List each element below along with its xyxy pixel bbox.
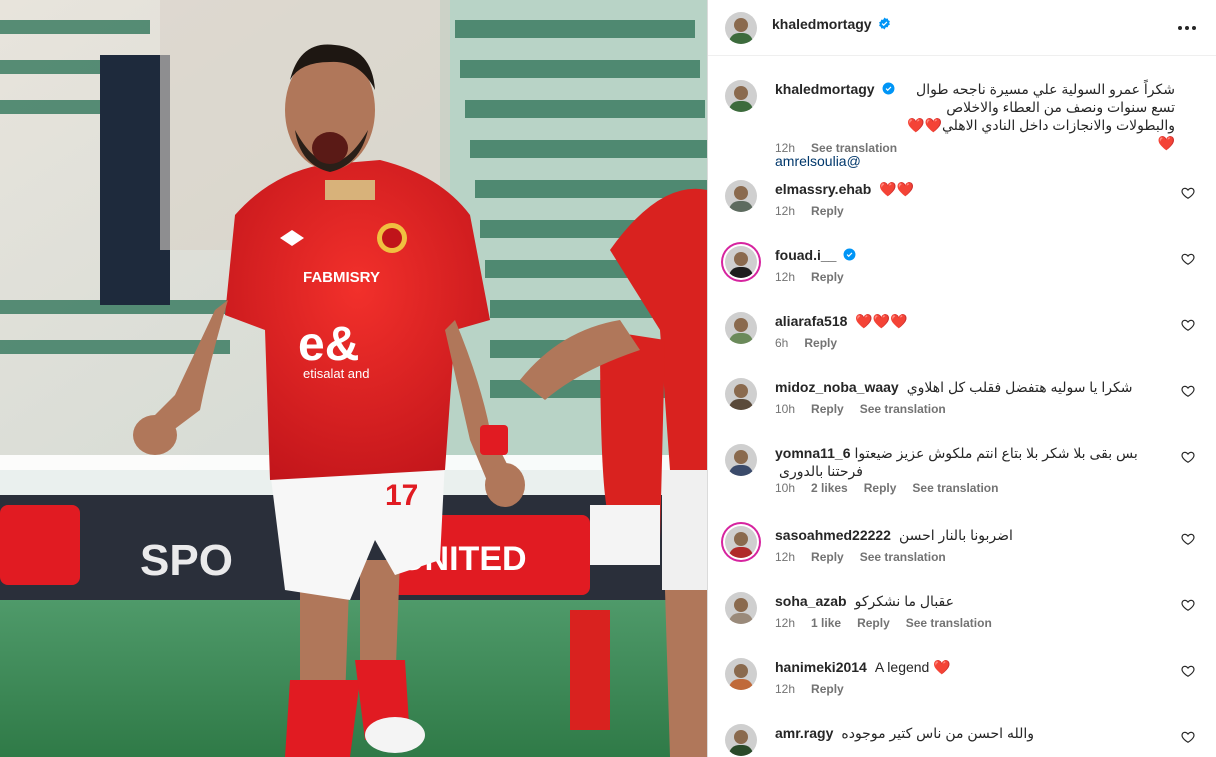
reply-button[interactable]: Reply — [857, 616, 890, 630]
comment-text-block: fouad.i__ — [775, 246, 1175, 264]
shirt-sponsor-top: FABMISRY — [303, 269, 380, 286]
comment-time: 12h — [775, 270, 796, 284]
post-panel: khaledmortagy khaledmortagy شكراً عمرو ا… — [707, 0, 1216, 757]
board-text-left: SPO — [140, 536, 233, 585]
svg-text:e&: e& — [298, 318, 359, 371]
comment-time: 12h — [775, 550, 796, 564]
commenter-username[interactable]: fouad.i__ — [775, 247, 836, 263]
comment-text: عقبال ما نشكركو — [854, 593, 954, 609]
commenter-avatar[interactable] — [725, 246, 757, 278]
comment-text-block: amr.ragy والله احسن من ناس كتير موجوده — [775, 724, 1175, 742]
comment-text-block: elmassry.ehab ❤️❤️ — [775, 180, 1175, 198]
reply-button[interactable]: Reply — [811, 270, 844, 284]
commenter-avatar[interactable] — [725, 592, 757, 624]
comment-meta: 12h Reply See translation — [775, 550, 962, 564]
heart-outline-icon[interactable] — [1181, 664, 1195, 678]
caption-time: 12h — [775, 141, 796, 155]
author-avatar[interactable] — [725, 80, 757, 112]
heart-outline-icon[interactable] — [1181, 186, 1195, 200]
post-header: khaledmortagy — [708, 0, 1216, 56]
reply-button[interactable]: Reply — [811, 550, 844, 564]
comment-like-count[interactable]: 2 likes — [811, 481, 848, 495]
heart-outline-icon[interactable] — [1181, 598, 1195, 612]
more-horizontal-icon — [1178, 26, 1182, 30]
comment-text: A legend ❤️ — [874, 659, 951, 675]
reply-button[interactable]: Reply — [864, 481, 897, 495]
verified-badge-icon — [844, 248, 856, 261]
commenter-avatar[interactable] — [725, 180, 757, 212]
heart-outline-icon[interactable] — [1181, 384, 1195, 398]
commenter-username[interactable]: sasoahmed22222 — [775, 527, 891, 543]
comment-time: 12h — [775, 616, 796, 630]
caption-see-translation[interactable]: See translation — [811, 141, 897, 155]
commenter-avatar[interactable] — [725, 724, 757, 756]
comment-text: ❤️❤️❤️ — [855, 313, 908, 329]
author-username[interactable]: khaledmortagy — [772, 16, 872, 32]
comment-text: اضربونا بالنار احسن — [898, 527, 1013, 543]
comment-time: 12h — [775, 204, 796, 218]
comment-time: 10h — [775, 481, 796, 495]
commenter-username[interactable]: aliarafa518 — [775, 313, 847, 329]
commenter-avatar[interactable] — [725, 526, 757, 558]
reply-button[interactable]: Reply — [811, 682, 844, 696]
heart-outline-icon[interactable] — [1181, 252, 1195, 266]
post-image[interactable]: SPO UNITED 17 FABMISRY e& etisalat and — [0, 0, 707, 757]
comment-text-block: yomna11_6 بس بقى بلا شكر بلا بتاع انتم مل… — [775, 444, 1175, 480]
see-translation-button[interactable]: See translation — [906, 616, 992, 630]
see-translation-button[interactable]: See translation — [860, 550, 946, 564]
reply-button[interactable]: Reply — [804, 336, 837, 350]
commenter-username[interactable]: amr.ragy — [775, 725, 833, 741]
verified-badge-icon — [882, 82, 895, 95]
caption-username[interactable]: khaledmortagy — [775, 81, 875, 97]
comment-text: ❤️❤️ — [879, 181, 915, 197]
heart-outline-icon[interactable] — [1181, 532, 1195, 546]
comment-meta: 10h Reply See translation — [775, 402, 962, 416]
shorts-number: 17 — [385, 479, 418, 512]
verified-badge-icon — [879, 17, 891, 30]
heart-outline-icon[interactable] — [1181, 730, 1195, 744]
caption-meta: 12h See translation — [775, 141, 913, 155]
comment-text: والله احسن من ناس كتير موجوده — [841, 725, 1035, 741]
comment-text-block: aliarafa518 ❤️❤️❤️ — [775, 312, 1175, 330]
commenter-avatar[interactable] — [725, 378, 757, 410]
comment-meta: 12h Reply — [775, 270, 860, 284]
comment-time: 10h — [775, 402, 796, 416]
comment-meta: 12h Reply — [775, 682, 860, 696]
commenter-username[interactable]: yomna11_6 — [775, 445, 851, 461]
comments-list[interactable]: khaledmortagy شكراً عمرو السولية علي مسي… — [708, 56, 1216, 757]
commenter-avatar[interactable] — [725, 444, 757, 476]
heart-outline-icon[interactable] — [1181, 450, 1195, 464]
more-options-button[interactable] — [1173, 14, 1201, 42]
comment-text: شكرا يا سوليه هتفضل فقلب كل اهلاوي — [906, 379, 1133, 395]
commenter-username[interactable]: hanimeki2014 — [775, 659, 867, 675]
commenter-username[interactable]: elmassry.ehab — [775, 181, 871, 197]
reply-button[interactable]: Reply — [811, 204, 844, 218]
caption-text-block: khaledmortagy شكراً عمرو السولية علي مسي… — [775, 80, 1175, 170]
see-translation-button[interactable]: See translation — [912, 481, 998, 495]
shirt-sponsor-main: etisalat and — [303, 366, 370, 381]
reply-button[interactable]: Reply — [811, 402, 844, 416]
comment-like-count[interactable]: 1 like — [811, 616, 841, 630]
heart-outline-icon[interactable] — [1181, 318, 1195, 332]
author-username-row: khaledmortagy — [772, 16, 891, 32]
comment-meta: 12h 1 like Reply See translation — [775, 616, 1008, 630]
comment-text-block: hanimeki2014 A legend ❤️ — [775, 658, 1175, 676]
commenter-avatar[interactable] — [725, 312, 757, 344]
commenter-username[interactable]: midoz_noba_waay — [775, 379, 899, 395]
comment-text-block: soha_azab عقبال ما نشكركو — [775, 592, 1175, 610]
comment-text-block: sasoahmed22222 اضربونا بالنار احسن — [775, 526, 1175, 544]
comment-time: 12h — [775, 682, 796, 696]
see-translation-button[interactable]: See translation — [860, 402, 946, 416]
comment-meta: 12h Reply — [775, 204, 860, 218]
commenter-username[interactable]: soha_azab — [775, 593, 847, 609]
comment-meta: 10h 2 likes Reply See translation — [775, 481, 1014, 495]
commenter-avatar[interactable] — [725, 658, 757, 690]
author-avatar[interactable] — [725, 12, 757, 44]
comment-meta: 6h Reply — [775, 336, 853, 350]
post-photo: SPO UNITED 17 FABMISRY e& etisalat and — [0, 0, 707, 757]
comment-text-block: midoz_noba_waay شكرا يا سوليه هتفضل فقلب … — [775, 378, 1175, 396]
comment-time: 6h — [775, 336, 789, 350]
